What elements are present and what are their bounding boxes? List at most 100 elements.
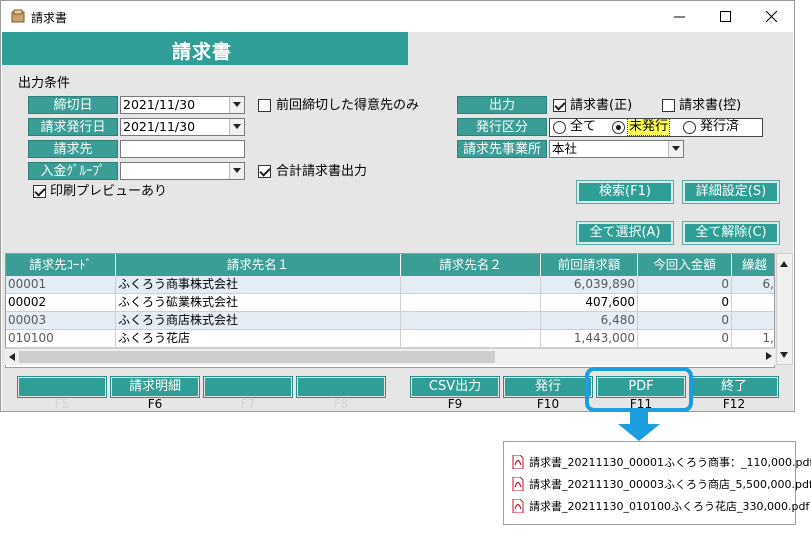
cell-carry: 6,: [762, 277, 774, 291]
deselect-all-button[interactable]: 全て解除(C): [682, 221, 780, 245]
issue-date-label: 請求発行日: [28, 118, 118, 136]
billing-to-label: 請求先: [28, 140, 118, 158]
app-icon: [11, 9, 25, 23]
copy-invoice-checkbox[interactable]: [662, 99, 675, 112]
arrow-down-icon: [618, 410, 660, 441]
cell-name1: ふくろう商店株式会社: [116, 312, 401, 330]
column-header-name1[interactable]: 請求先名１: [116, 254, 401, 276]
scroll-left-icon[interactable]: [8, 353, 16, 362]
print-preview-checkbox[interactable]: [33, 185, 46, 198]
close-button[interactable]: [748, 1, 794, 32]
select-all-button[interactable]: 全て選択(A): [576, 221, 674, 245]
cell-name2: [401, 294, 541, 312]
table-row[interactable]: 010100 ふくろう花店 1,443,000 0 1,: [6, 330, 774, 348]
conditions-section-label: 出力条件: [18, 76, 71, 91]
maximize-button[interactable]: [702, 1, 748, 32]
file-name: 請求書_20211130_010100ふくろう花店_330,000.pdf: [529, 500, 810, 513]
issue-type-radio-issued[interactable]: [683, 121, 696, 134]
cell-name2: [401, 312, 541, 330]
prev-closing-checkbox[interactable]: [258, 99, 271, 112]
cell-paid-amount: 0: [638, 276, 732, 294]
output-file-list: 請求書_20211130_00001ふくろう商事：_110,000.pdf 請求…: [503, 441, 811, 525]
payment-group-label: 入金ｸﾞﾙｰﾌﾟ: [28, 162, 118, 180]
original-invoice-label: 請求書(正): [570, 98, 633, 113]
scroll-up-icon[interactable]: [780, 260, 789, 268]
f6-invoice-detail-button[interactable]: 請求明細: [110, 376, 200, 398]
f10-key-label: F10: [536, 397, 560, 411]
column-header-name2[interactable]: 請求先名２: [401, 254, 541, 276]
issue-type-radio-group: 全て 未発行 発行済: [549, 118, 763, 137]
billing-office-value: 本社: [552, 141, 578, 156]
cell-paid-amount: 0: [638, 294, 732, 312]
chevron-down-icon[interactable]: [229, 119, 244, 135]
page-title: 請求書: [172, 41, 233, 63]
cell-prev-amount: 6,480: [541, 312, 638, 330]
search-button[interactable]: 検索(F1): [576, 180, 674, 204]
issue-type-radio-all[interactable]: [553, 121, 566, 134]
maximize-icon: [719, 11, 731, 22]
window-title: 請求書: [31, 11, 68, 25]
invoice-window: 請求書 請求書 出力条件 締切日 2021/11/30 請求発行日 2021/1…: [0, 0, 795, 412]
cell-name2: [401, 330, 541, 348]
chevron-down-icon[interactable]: [229, 163, 244, 179]
table-row[interactable]: 00001 ふくろう商事株式会社 6,039,890 0 6,: [6, 276, 774, 294]
vertical-scrollbar[interactable]: [776, 253, 793, 365]
cell-carry: [732, 312, 774, 330]
page-banner: 請求書: [2, 32, 408, 65]
column-header-carry[interactable]: 繰越: [732, 254, 774, 276]
billing-office-field[interactable]: 本社: [549, 140, 684, 158]
cell-name1: ふくろう商事株式会社: [116, 276, 401, 294]
chevron-down-icon[interactable]: [668, 141, 683, 157]
cell-paid-amount: 0: [638, 330, 732, 348]
cell-name2: [401, 276, 541, 294]
f9-csv-output-button[interactable]: CSV出力: [410, 376, 500, 398]
chevron-down-icon[interactable]: [229, 97, 244, 113]
billing-office-label: 請求先事業所: [457, 140, 547, 158]
scroll-down-icon[interactable]: [780, 351, 789, 359]
f10-issue-button[interactable]: 発行: [503, 376, 593, 398]
f6-key-label: F6: [147, 397, 163, 411]
detail-settings-button[interactable]: 詳細設定(S): [682, 180, 780, 204]
horizontal-scrollbar[interactable]: [5, 348, 775, 365]
cell-code: 00001: [6, 276, 116, 294]
cell-carry: 1,: [762, 331, 774, 345]
issue-date-field[interactable]: 2021/11/30: [120, 118, 245, 136]
file-name: 請求書_20211130_00001ふくろう商事：_110,000.pdf: [529, 456, 811, 469]
minimize-button[interactable]: [656, 1, 702, 32]
pdf-file-icon: [512, 499, 524, 513]
file-name: 請求書_20211130_00003ふくろう商店_5,500,000.pdf: [529, 478, 811, 491]
column-header-prev-amount[interactable]: 前回請求額: [541, 254, 638, 276]
payment-group-field[interactable]: [120, 162, 245, 180]
pdf-file-icon: [512, 455, 524, 469]
f5-key-label: F5: [54, 397, 70, 411]
total-invoice-label: 合計請求書出力: [276, 164, 368, 179]
output-label: 出力: [457, 96, 547, 114]
minimize-icon: [673, 16, 685, 18]
f7-key-label: F7: [240, 397, 256, 411]
total-invoice-checkbox[interactable]: [258, 165, 271, 178]
issue-date-value: 2021/11/30: [123, 119, 196, 134]
scroll-right-icon[interactable]: [765, 352, 773, 361]
cell-name1: ふくろう砿業株式会社: [116, 294, 401, 312]
scroll-thumb[interactable]: [19, 351, 495, 363]
cell-prev-amount: 407,600: [541, 294, 638, 312]
f12-exit-button[interactable]: 終了: [689, 376, 779, 398]
closing-date-field[interactable]: 2021/11/30: [120, 96, 245, 114]
cell-code: 00002: [6, 294, 116, 312]
f7-button[interactable]: [203, 376, 293, 398]
table-row[interactable]: 00002 ふくろう砿業株式会社 407,600 0: [6, 294, 774, 312]
f8-button[interactable]: [296, 376, 386, 398]
f9-key-label: F9: [447, 397, 463, 411]
cell-code: 010100: [6, 330, 116, 348]
close-icon: [765, 11, 777, 22]
f5-button[interactable]: [17, 376, 107, 398]
table-row[interactable]: 00003 ふくろう商店株式会社 6,480 0: [6, 312, 774, 330]
column-header-paid-amount[interactable]: 今回入金額: [638, 254, 732, 276]
original-invoice-checkbox[interactable]: [553, 99, 566, 112]
column-header-code[interactable]: 請求先ｺｰﾄﾞ: [6, 254, 116, 276]
closing-date-label: 締切日: [28, 96, 118, 114]
cell-paid-amount: 0: [638, 312, 732, 330]
billing-to-field[interactable]: [120, 140, 245, 158]
issue-type-radio-unissued[interactable]: [612, 121, 625, 134]
cell-prev-amount: 6,039,890: [541, 276, 638, 294]
